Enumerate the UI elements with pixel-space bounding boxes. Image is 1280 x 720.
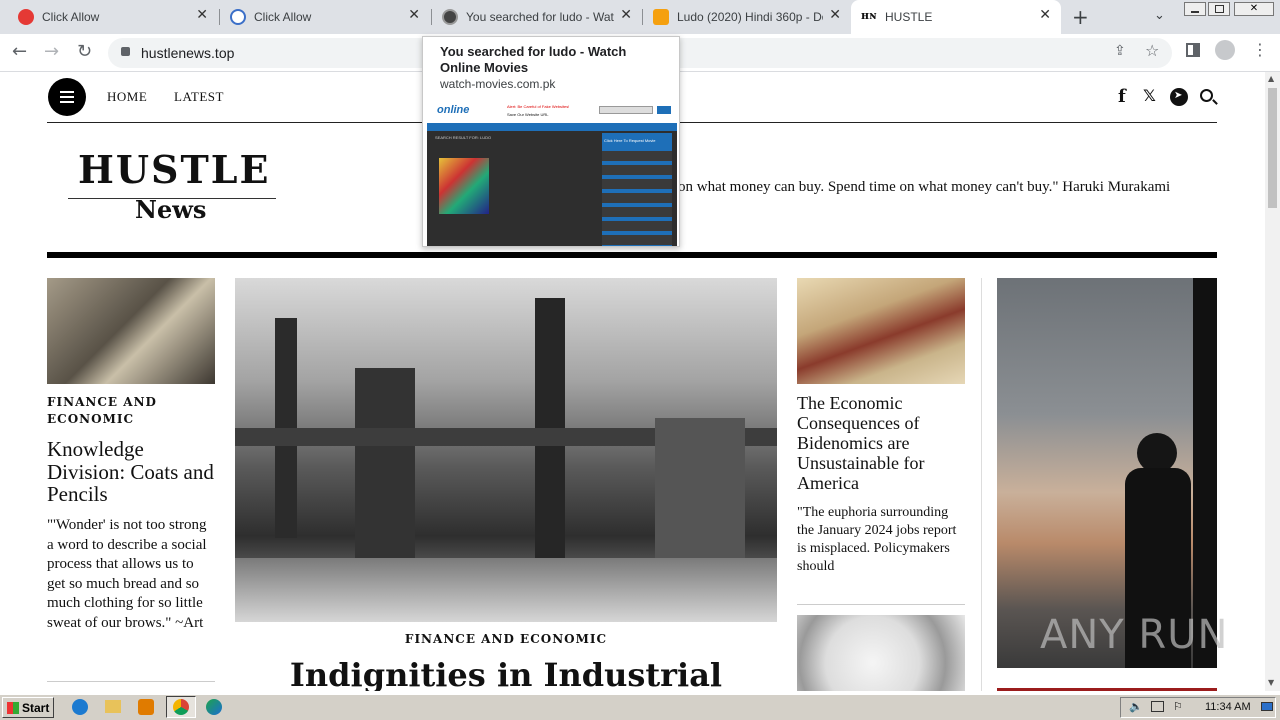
tab-title: Ludo (2020) Hindi 360p - Dood	[677, 10, 823, 24]
article-title[interactable]: The Economic Consequences of Bidenomics …	[797, 393, 965, 493]
article-image-magnifier[interactable]	[797, 615, 965, 691]
bookmark-star-icon[interactable]: ☆	[1145, 41, 1159, 60]
new-tab-icon[interactable]: +	[1072, 5, 1089, 29]
thumb-request: Click Here To Request Movie	[604, 138, 656, 143]
x-twitter-icon[interactable]: 𝕏	[1143, 86, 1156, 105]
tab-watch-movies[interactable]: You searched for ludo - Watch ✕	[432, 0, 642, 34]
site-logo-title[interactable]: HUSTLE	[78, 150, 270, 190]
site-logo-subtitle: News	[135, 195, 207, 224]
nav-home-link[interactable]: HOME	[107, 89, 147, 105]
network-icon[interactable]	[1151, 701, 1164, 712]
article-category[interactable]: FINANCE AND ECONOMIC	[235, 632, 777, 646]
close-tab-icon[interactable]: ✕	[620, 7, 632, 23]
close-tab-icon[interactable]: ✕	[196, 7, 208, 23]
hover-card-thumbnail: online Alert: Be Careful of Fake Website…	[427, 103, 677, 246]
film-reel-icon	[442, 9, 458, 25]
article-image-city-window[interactable]	[997, 278, 1217, 668]
tab-ludo[interactable]: Ludo (2020) Hindi 360p - Dood ✕	[643, 0, 851, 34]
facebook-icon[interactable]: f	[1118, 86, 1126, 107]
tab-title: Click Allow	[42, 10, 100, 24]
scroll-up-icon[interactable]: ▲	[1268, 74, 1274, 83]
chrome-icon	[173, 699, 189, 715]
refresh-page-icon	[230, 9, 246, 25]
thumb-brand: online	[437, 104, 470, 116]
article-excerpt: "The euphoria surrounding the January 20…	[797, 505, 957, 574]
close-tab-icon[interactable]: ✕	[1039, 7, 1051, 23]
opera-icon	[18, 9, 34, 25]
system-tray: 🔈 ⚐ 11:34 AM	[1120, 697, 1276, 718]
article-divider	[797, 604, 965, 605]
show-desktop-icon[interactable]	[1261, 702, 1273, 711]
tab-strip: Click Allow ✕ Click Allow ✕ You searched…	[0, 0, 1280, 34]
chrome-taskbar-button[interactable]	[166, 696, 196, 718]
hamburger-menu-button[interactable]	[48, 78, 86, 116]
article-title[interactable]: Indignities in Industrial	[235, 656, 777, 691]
thumb-search-result: SEARCH RESULT FOR: LUDO	[435, 135, 492, 140]
minimize-button[interactable]	[1184, 2, 1206, 16]
column-divider	[981, 278, 982, 691]
article-image-industrial-ruins[interactable]	[235, 278, 777, 622]
tab-title: HUSTLE	[885, 10, 933, 24]
tab-title: Click Allow	[254, 10, 312, 24]
share-icon[interactable]: ⇪	[1114, 43, 1126, 59]
media-player-icon[interactable]	[138, 699, 154, 715]
quote-ticker: on what money can buy. Spend time on wha…	[678, 179, 1171, 195]
article-divider	[47, 681, 215, 682]
tab-click-allow-2[interactable]: Click Allow ✕	[220, 0, 430, 34]
back-icon[interactable]: ←	[12, 42, 27, 62]
hustle-favicon-icon: ʜɴ	[861, 9, 877, 22]
restore-button[interactable]	[1208, 2, 1230, 16]
tab-search-chevron-icon[interactable]: ⌄	[1154, 8, 1165, 23]
tab-hustle[interactable]: ʜɴ HUSTLE ✕	[851, 0, 1061, 34]
hover-card-title: You searched for ludo - Watch Online Mov…	[440, 44, 627, 75]
anyrun-watermark: ANY RUN	[1040, 612, 1229, 658]
nav-latest-link[interactable]: LATEST	[174, 89, 224, 105]
scrollbar-thumb[interactable]	[1268, 88, 1277, 208]
article-image-office-vintage[interactable]	[47, 278, 215, 384]
windows-taskbar: Start 🔈 ⚐ 11:34 AM	[0, 694, 1280, 720]
lock-icon[interactable]	[121, 47, 130, 56]
start-button[interactable]: Start	[2, 697, 54, 718]
tab-hover-card: You searched for ludo - Watch Online Mov…	[422, 36, 680, 247]
article-category[interactable]: FINANCE AND ECONOMIC	[47, 394, 215, 428]
scroll-down-icon[interactable]: ▼	[1268, 678, 1274, 687]
hover-card-domain: watch-movies.com.pk	[440, 77, 556, 91]
start-label: Start	[22, 700, 50, 715]
close-window-button[interactable]: ✕	[1234, 2, 1274, 16]
edge-icon[interactable]	[206, 699, 222, 715]
close-tab-icon[interactable]: ✕	[408, 7, 420, 23]
tab-title: You searched for ludo - Watch	[466, 10, 614, 24]
side-panel-icon[interactable]	[1186, 43, 1200, 57]
flag-icon[interactable]: ⚐	[1173, 700, 1183, 713]
forward-icon[interactable]: →	[44, 42, 59, 62]
thick-divider	[47, 252, 1217, 258]
thumb-alert: Alert: Be Careful of Fake Websites!	[507, 104, 570, 109]
accent-bar	[997, 688, 1217, 691]
dood-icon	[653, 9, 669, 25]
thumb-save: Save Our Website URL	[507, 112, 549, 117]
article-excerpt: "'Wonder' is not too strong a word to de…	[47, 517, 207, 631]
ie-icon[interactable]	[72, 699, 88, 715]
page-scrollbar[interactable]: ▲ ▼	[1265, 72, 1280, 691]
reload-icon[interactable]: ↻	[77, 42, 92, 62]
close-tab-icon[interactable]: ✕	[829, 7, 841, 23]
volume-icon[interactable]: 🔈	[1129, 700, 1143, 713]
folder-icon[interactable]	[105, 700, 121, 713]
url-text: hustlenews.top	[141, 45, 235, 61]
windows-logo-icon	[7, 701, 19, 714]
search-icon[interactable]	[1200, 89, 1218, 105]
tab-click-allow-1[interactable]: Click Allow ✕	[8, 0, 218, 34]
clock[interactable]: 11:34 AM	[1205, 701, 1251, 713]
telegram-icon[interactable]: ➤	[1170, 88, 1188, 106]
profile-avatar-icon[interactable]	[1215, 40, 1235, 60]
more-menu-icon[interactable]: ⋮	[1252, 40, 1268, 60]
article-title[interactable]: Knowledge Division: Coats and Pencils	[47, 438, 215, 506]
article-image-political-cartoon[interactable]	[797, 278, 965, 384]
